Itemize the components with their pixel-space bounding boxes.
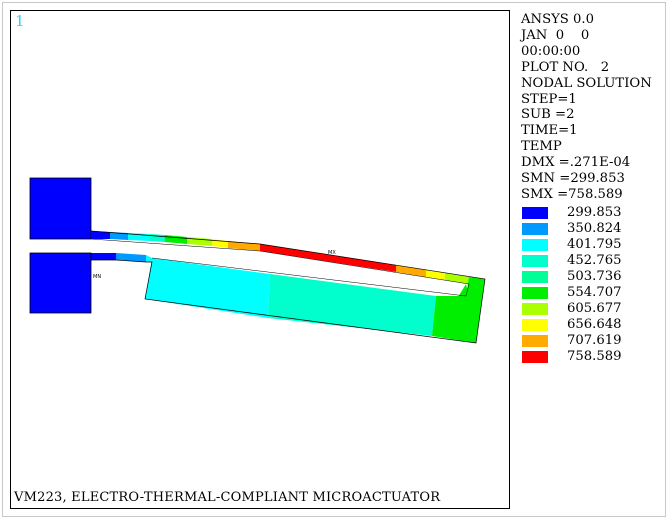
legend-row: 707.619 bbox=[521, 333, 661, 350]
thin-arm-seg-5 bbox=[165, 235, 187, 244]
thin-arm-seg-4 bbox=[150, 234, 165, 242]
legend-value: 605.677 bbox=[567, 301, 622, 316]
legend-swatch bbox=[522, 335, 548, 347]
legend-value: 707.619 bbox=[567, 333, 622, 348]
contour-legend: 299.853 350.824 401.795 452.765 503.736 … bbox=[521, 205, 661, 366]
lower-arm-seg-1 bbox=[91, 253, 116, 260]
max-marker: MX bbox=[328, 250, 336, 256]
info-line: TEMP bbox=[521, 139, 562, 155]
legend-row: 350.824 bbox=[521, 221, 661, 238]
info-line: ANSYS 0.0 bbox=[521, 12, 595, 27]
plot-info-panel: ANSYS 0.0 JAN 0 0 00:00:00 PLOT NO. 2 NO… bbox=[521, 12, 652, 203]
info-line: PLOT NO. 2 bbox=[521, 59, 610, 75]
legend-swatch bbox=[522, 223, 548, 235]
legend-row: 503.736 bbox=[521, 269, 661, 286]
info-line: TIME=1 bbox=[521, 123, 578, 139]
legend-swatch bbox=[522, 207, 548, 219]
legend-value: 503.736 bbox=[567, 269, 622, 284]
legend-row: 758.589 bbox=[521, 349, 661, 366]
legend-value: 350.824 bbox=[567, 221, 622, 236]
lower-anchor-pad bbox=[29, 252, 92, 314]
legend-value: 554.707 bbox=[567, 285, 622, 300]
legend-swatch bbox=[522, 303, 548, 315]
info-line: SMX =758.589 bbox=[521, 186, 623, 202]
info-line: SUB =2 bbox=[521, 107, 575, 123]
legend-swatch bbox=[522, 319, 548, 331]
lower-arm-seg-3 bbox=[146, 255, 152, 262]
info-line: JAN 0 0 bbox=[521, 27, 590, 43]
info-line: SMN =299.853 bbox=[521, 171, 625, 187]
wide-arm-cyan bbox=[145, 258, 270, 318]
legend-row: 299.853 bbox=[521, 205, 661, 222]
legend-value: 656.648 bbox=[567, 317, 622, 332]
thin-arm-seg-9 bbox=[260, 244, 396, 272]
min-marker: MN bbox=[93, 274, 101, 280]
legend-value: 758.589 bbox=[567, 349, 622, 364]
info-line: STEP=1 bbox=[521, 91, 577, 107]
legend-swatch bbox=[522, 287, 548, 299]
legend-value: 299.853 bbox=[567, 205, 622, 220]
info-line: 00:00:00 bbox=[521, 43, 581, 59]
upper-anchor-pad bbox=[29, 177, 92, 240]
legend-row: 452.765 bbox=[521, 253, 661, 270]
legend-swatch bbox=[522, 271, 548, 283]
thin-arm-seg-10 bbox=[396, 265, 426, 277]
info-line: DMX =.271E-04 bbox=[521, 155, 631, 171]
legend-value: 452.765 bbox=[567, 253, 622, 268]
legend-row: 554.707 bbox=[521, 285, 661, 302]
legend-swatch bbox=[522, 351, 548, 363]
legend-row: 401.795 bbox=[521, 237, 661, 254]
info-line: NODAL SOLUTION bbox=[521, 75, 652, 91]
legend-row: 656.648 bbox=[521, 317, 661, 334]
legend-value: 401.795 bbox=[567, 237, 622, 252]
legend-swatch bbox=[522, 239, 548, 251]
legend-swatch bbox=[522, 255, 548, 267]
legend-row: 605.677 bbox=[521, 301, 661, 318]
